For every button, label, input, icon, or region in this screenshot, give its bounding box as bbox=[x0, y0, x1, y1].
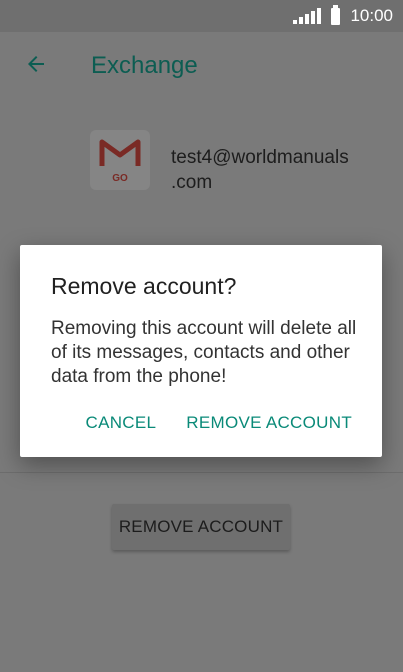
dialog-title: Remove account? bbox=[51, 273, 237, 299]
status-time: 10:00 bbox=[350, 6, 393, 25]
account-row: GO test4@worldmanuals .com bbox=[0, 110, 403, 210]
divider bbox=[0, 472, 403, 473]
back-arrow-icon[interactable] bbox=[24, 52, 48, 76]
account-email: test4@worldmanuals .com bbox=[171, 145, 381, 195]
battery-icon bbox=[331, 4, 341, 25]
logo-badge: GO bbox=[112, 173, 128, 184]
dialog-actions: CANCEL REMOVE ACCOUNT bbox=[86, 413, 352, 433]
confirm-remove-account-button[interactable]: REMOVE ACCOUNT bbox=[186, 413, 352, 433]
remove-account-button-background[interactable]: REMOVE ACCOUNT bbox=[112, 504, 290, 550]
remove-account-dialog: Remove account? Removing this account wi… bbox=[20, 245, 382, 457]
signal-icon bbox=[293, 8, 322, 24]
status-bar: 10:00 bbox=[0, 0, 403, 32]
gmail-m-icon bbox=[99, 139, 141, 166]
app-bar: Exchange bbox=[0, 32, 403, 100]
gmail-go-logo: GO bbox=[90, 130, 150, 190]
dialog-message: Removing this account will delete all of… bbox=[51, 318, 357, 387]
email-line-1: test4@worldmanuals bbox=[171, 147, 349, 168]
status-icons: 10:00 bbox=[293, 4, 393, 26]
email-line-2: .com bbox=[171, 172, 213, 193]
cancel-button[interactable]: CANCEL bbox=[86, 413, 157, 433]
page-title: Exchange bbox=[91, 52, 198, 79]
